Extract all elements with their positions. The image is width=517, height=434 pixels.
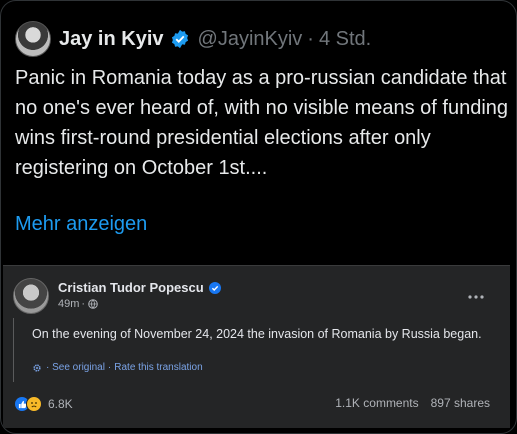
fb-author-name[interactable]: Cristian Tudor Popescu xyxy=(58,280,204,295)
fb-author: Cristian Tudor Popescu xyxy=(58,280,221,295)
globe-icon xyxy=(88,299,98,309)
rate-translation-link[interactable]: Rate this translation xyxy=(114,362,202,373)
translation-separator: · xyxy=(107,362,112,373)
more-dots-icon xyxy=(468,295,484,299)
fb-verified-icon xyxy=(208,281,221,294)
fb-post-time[interactable]: 49m xyxy=(58,298,79,310)
sad-reaction-icon xyxy=(26,396,42,412)
author-name[interactable]: Jay in Kyiv xyxy=(59,28,164,51)
tweet-card[interactable]: Jay in Kyiv @JayinKyiv · 4 Std. Panic in… xyxy=(0,0,517,434)
verified-badge-icon xyxy=(171,29,188,49)
reactions-summary[interactable]: 6.8K xyxy=(15,396,73,412)
fb-author-avatar[interactable] xyxy=(13,278,49,314)
reactions-count: 6.8K xyxy=(48,397,73,411)
fb-post-text: On the evening of November 24, 2024 the … xyxy=(32,327,482,341)
engagement-stats: 1.1K comments 897 shares xyxy=(323,396,490,410)
tweet-header: Jay in Kyiv @JayinKyiv · 4 Std. xyxy=(15,19,371,59)
tweet-text: Panic in Romania today as a pro-russian … xyxy=(15,67,509,179)
translate-gear-icon xyxy=(33,363,41,372)
embedded-facebook-post[interactable]: Cristian Tudor Popescu 49m · On the even… xyxy=(3,265,510,428)
show-more-link[interactable]: Mehr anzeigen xyxy=(15,213,147,236)
fb-meta-separator: · xyxy=(81,298,86,310)
fb-post-body: On the evening of November 24, 2024 the … xyxy=(13,318,492,382)
tweet-timestamp[interactable]: 4 Std. xyxy=(319,28,371,51)
author-avatar[interactable] xyxy=(15,21,51,57)
shares-count[interactable]: 897 shares xyxy=(431,396,490,410)
comments-count[interactable]: 1.1K comments xyxy=(335,396,418,410)
see-original-link[interactable]: · See original xyxy=(46,362,105,373)
more-options-button[interactable] xyxy=(468,286,484,304)
author-handle[interactable]: @JayinKyiv xyxy=(198,28,303,51)
fb-post-meta: 49m · xyxy=(58,298,98,310)
translation-bar: · See original · Rate this translation xyxy=(32,362,203,373)
header-separator: · xyxy=(307,27,314,50)
